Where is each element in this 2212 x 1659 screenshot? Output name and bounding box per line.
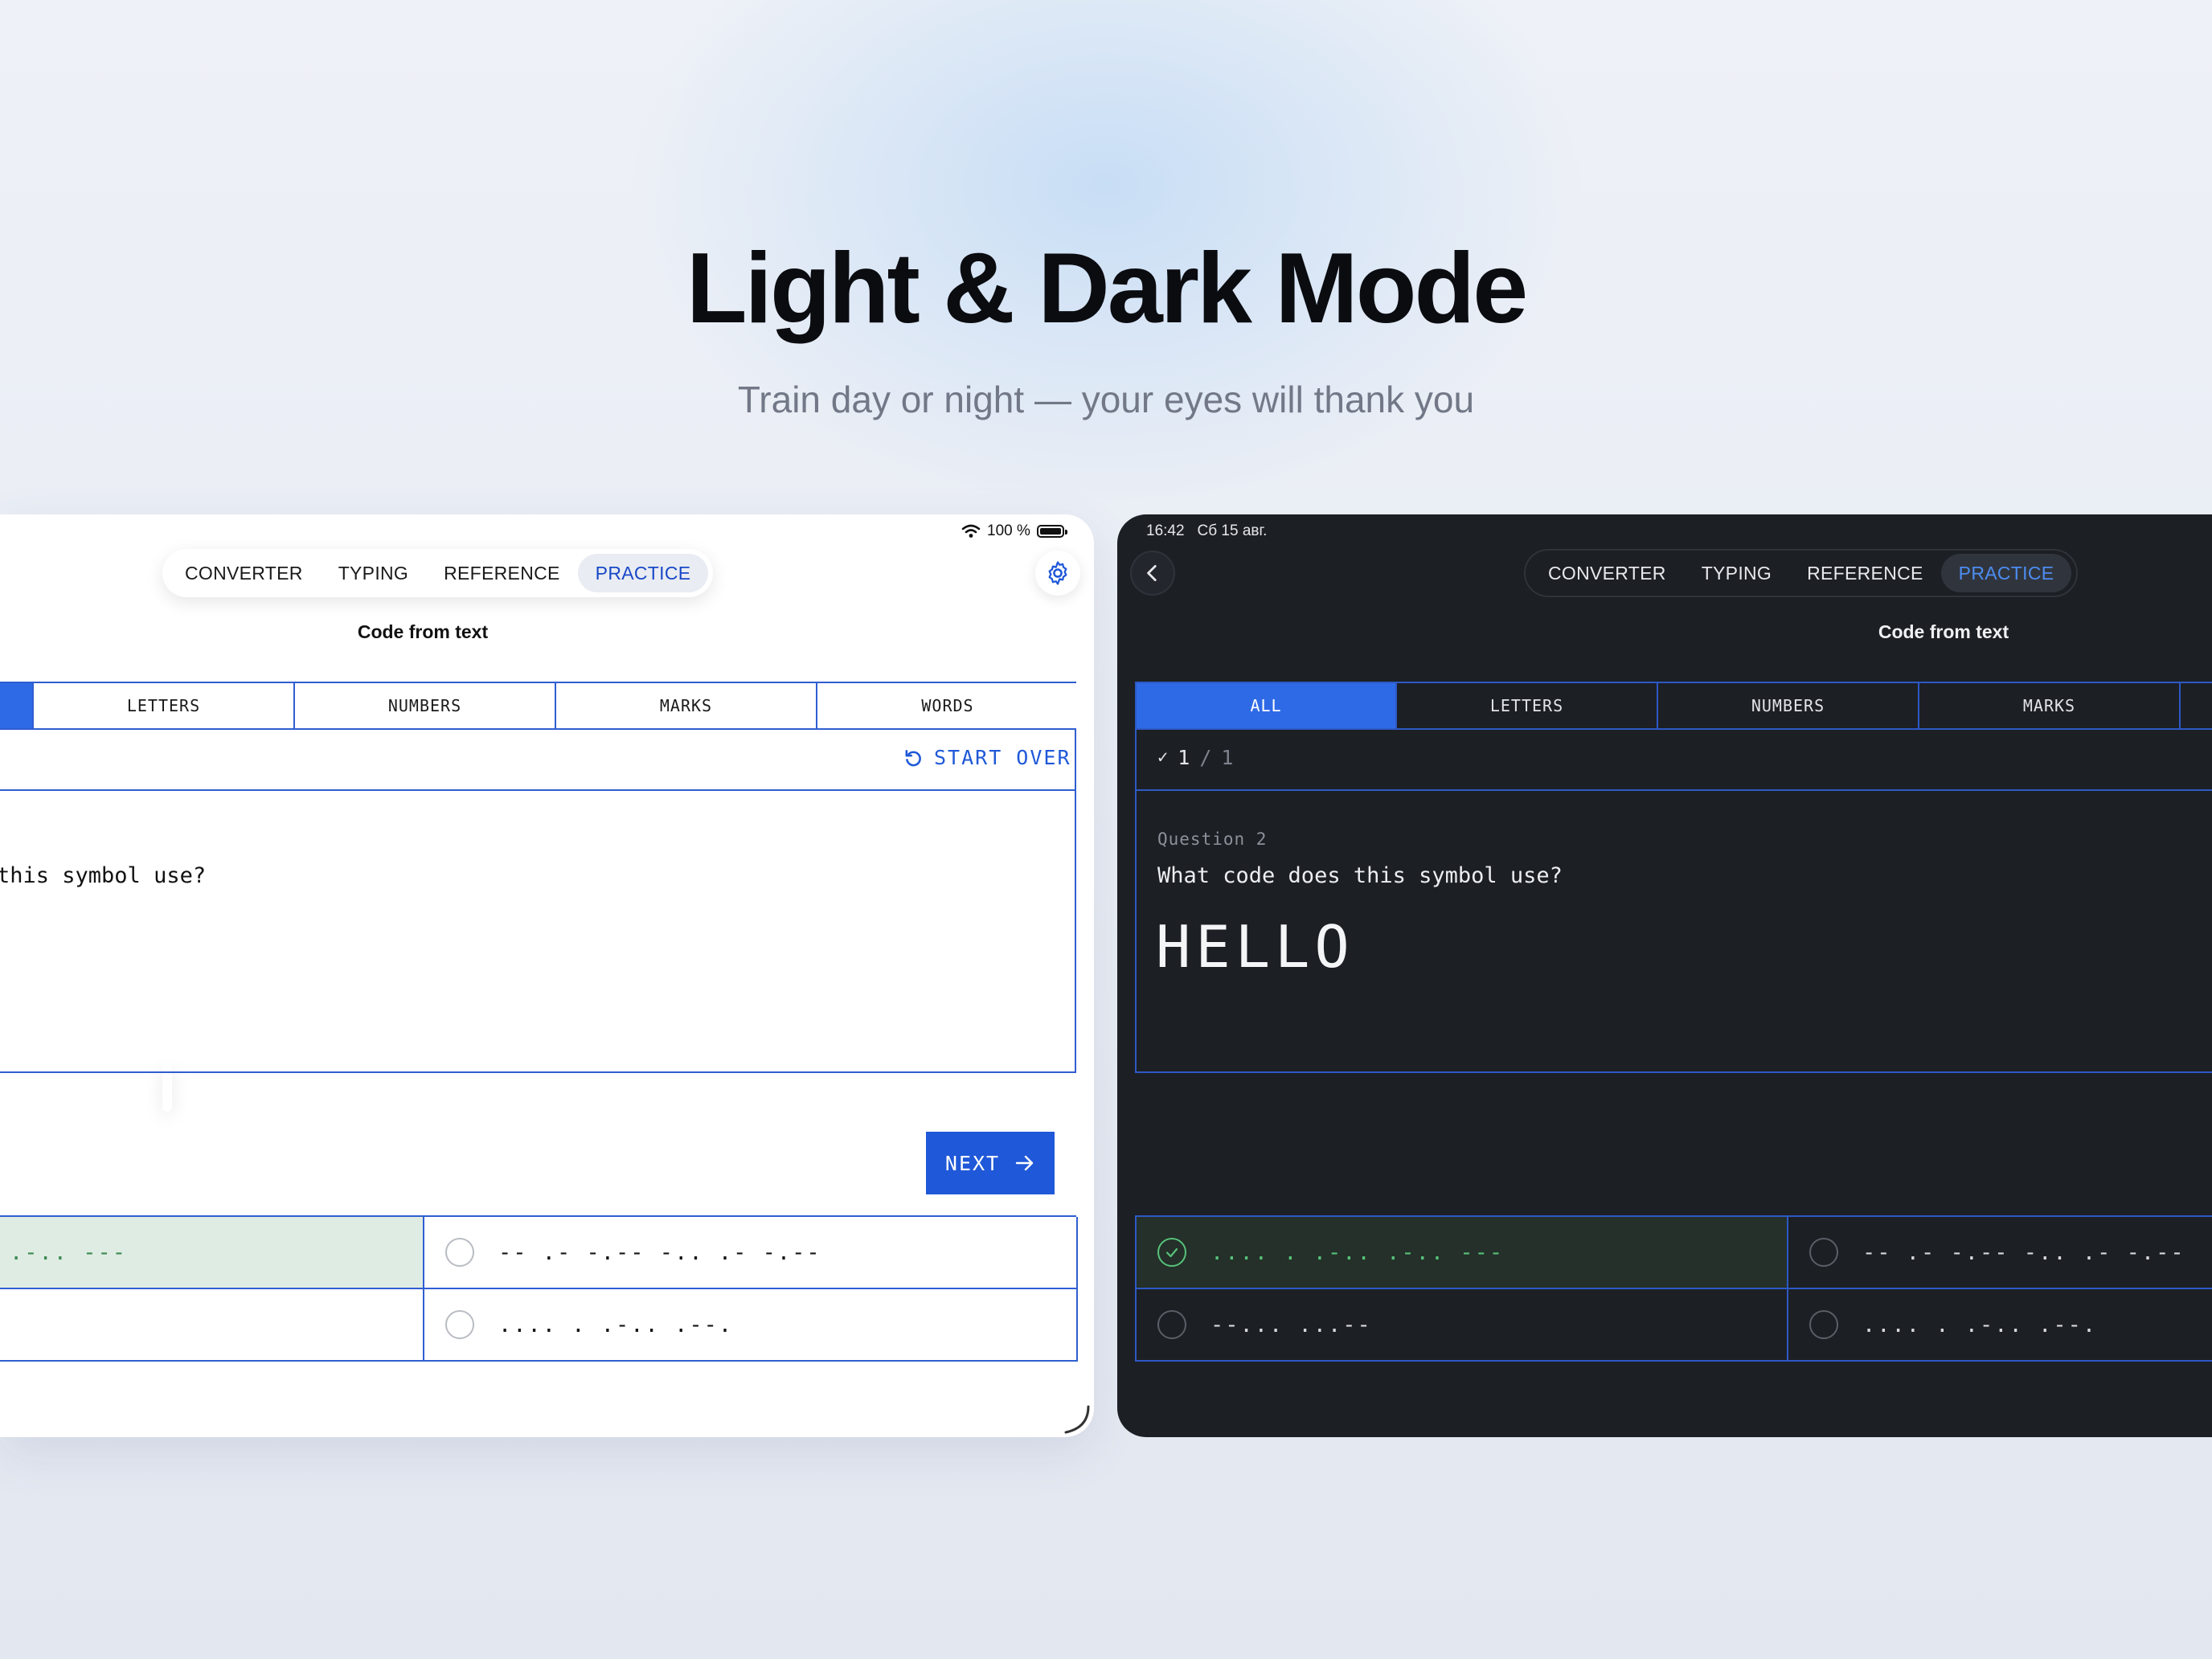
- answers-grid: .-.. --- -- .- -.-- -.. .- -.-- .... . .…: [0, 1215, 1078, 1362]
- radio-icon: [445, 1238, 474, 1267]
- check-icon: [1157, 1238, 1186, 1267]
- question-symbol: HELLO: [1156, 913, 1354, 981]
- tab-typing[interactable]: TYPING: [321, 554, 426, 592]
- answer-option[interactable]: --... ...--: [1137, 1289, 1788, 1362]
- answer-label: .... . .-.. .-.. ---: [1210, 1239, 1505, 1265]
- start-over-label: START OVER: [934, 746, 1071, 769]
- next-label: NEXT: [944, 1151, 1001, 1175]
- toolbar-row: [1137, 730, 2212, 791]
- radio-icon: [445, 1310, 474, 1339]
- tab-converter[interactable]: CONVERTER: [1530, 554, 1684, 592]
- filter-tab-letters[interactable]: LETTERS: [1397, 683, 1658, 728]
- answer-label: .... . .-.. .--.: [498, 1312, 734, 1337]
- filter-tab-marks[interactable]: MARKS: [1919, 683, 2181, 728]
- tab-practice[interactable]: PRACTICE: [1940, 554, 2072, 592]
- question-text: this symbol use?: [0, 863, 207, 888]
- start-over-button[interactable]: START OVER: [902, 746, 1071, 769]
- radio-icon: [1809, 1238, 1838, 1267]
- check-icon: ✓: [1157, 748, 1169, 768]
- filter-tab-letters[interactable]: LETTERS: [34, 683, 295, 728]
- screen-title: Code from text: [1878, 621, 2009, 642]
- filter-tab-all[interactable]: [0, 683, 34, 728]
- answer-label: .... . .-.. .--.: [1862, 1312, 2098, 1337]
- question-panel: [1135, 730, 2212, 1073]
- arrow-right-icon: [1015, 1155, 1034, 1171]
- hero-title: Light & Dark Mode: [686, 233, 1528, 344]
- answers-grid: .... . .-.. .-.. --- -- .- -.-- -.. .- -…: [1135, 1215, 2212, 1362]
- answer-option[interactable]: .... . .-.. .--.: [424, 1289, 1078, 1362]
- filter-tab-words[interactable]: [2181, 683, 2212, 728]
- screen-title: Code from text: [357, 621, 489, 642]
- answer-label: -- .- -.-- -.. .- -.--: [1862, 1239, 2185, 1265]
- tab-typing[interactable]: TYPING: [1684, 554, 1789, 592]
- answer-label: -- .- -.-- -.. .- -.--: [498, 1239, 821, 1265]
- radio-icon: [1809, 1310, 1838, 1339]
- back-button[interactable]: [1130, 551, 1175, 596]
- tab-practice[interactable]: PRACTICE: [577, 554, 709, 592]
- question-panel: [0, 730, 1076, 1073]
- status-bar: 100 %: [961, 522, 1067, 540]
- filter-tab-numbers[interactable]: NUMBERS: [1658, 683, 1919, 728]
- question-number: Question 2: [1157, 830, 1268, 849]
- back-chevron-icon: [1147, 564, 1157, 582]
- answer-option[interactable]: .... . .-.. .-.. ---: [1137, 1217, 1788, 1289]
- answer-option[interactable]: .-.. ---: [0, 1217, 424, 1289]
- filter-tab-marks[interactable]: MARKS: [556, 683, 817, 728]
- mode-segmented-control: CONVERTER TYPING REFERENCE PRACTICE: [1524, 549, 2079, 597]
- status-date: Сб 15 авг.: [1197, 522, 1268, 539]
- next-button[interactable]: NEXT: [926, 1132, 1055, 1194]
- filter-tab-all[interactable]: ALL: [1137, 683, 1397, 728]
- status-time: 16:42: [1146, 522, 1185, 539]
- score-counter: ✓ 1 / 1: [1157, 746, 1233, 769]
- filter-tab-words[interactable]: WORDS: [817, 683, 1078, 728]
- status-bar: 16:42 Сб 15 авг.: [1146, 522, 1267, 540]
- answer-option[interactable]: [0, 1289, 424, 1362]
- mode-segmented-control: CONVERTER TYPING REFERENCE PRACTICE: [162, 549, 714, 597]
- answer-option[interactable]: .... . .-.. .--.: [1788, 1289, 2212, 1362]
- light-mode-device: 100 % CONVERTER TYPING REFERENCE PRACTIC…: [0, 514, 1094, 1437]
- answer-option[interactable]: -- .- -.-- -.. .- -.--: [424, 1217, 1078, 1289]
- battery-icon: [1036, 525, 1067, 538]
- wifi-icon: [961, 524, 981, 538]
- score-correct: 1: [1178, 746, 1190, 769]
- tab-reference[interactable]: REFERENCE: [426, 554, 578, 592]
- score-total: 1: [1221, 746, 1234, 769]
- hero-subtitle: Train day or night — your eyes will than…: [737, 379, 1475, 420]
- refresh-icon: [905, 749, 921, 766]
- battery-percent: 100 %: [987, 522, 1030, 539]
- answer-label: --... ...--: [1210, 1312, 1372, 1337]
- resize-handle-icon[interactable]: [1059, 1403, 1092, 1436]
- filter-tab-numbers[interactable]: NUMBERS: [295, 683, 556, 728]
- filter-tabs: ALL LETTERS NUMBERS MARKS: [1135, 682, 2212, 730]
- score-separator: /: [1199, 746, 1212, 769]
- radio-icon: [1157, 1310, 1186, 1339]
- tab-reference[interactable]: REFERENCE: [1789, 554, 1941, 592]
- answer-option[interactable]: -- .- -.-- -.. .- -.--: [1788, 1217, 2212, 1289]
- question-text: What code does this symbol use?: [1157, 863, 1563, 888]
- gear-icon: [1048, 561, 1067, 585]
- settings-button[interactable]: [1035, 551, 1080, 596]
- dark-mode-device: 16:42 Сб 15 авг. CONVERTER TYPING REFERE…: [1117, 514, 2212, 1437]
- filter-tabs: LETTERS NUMBERS MARKS WORDS: [0, 682, 1078, 730]
- tab-converter[interactable]: CONVERTER: [167, 554, 321, 592]
